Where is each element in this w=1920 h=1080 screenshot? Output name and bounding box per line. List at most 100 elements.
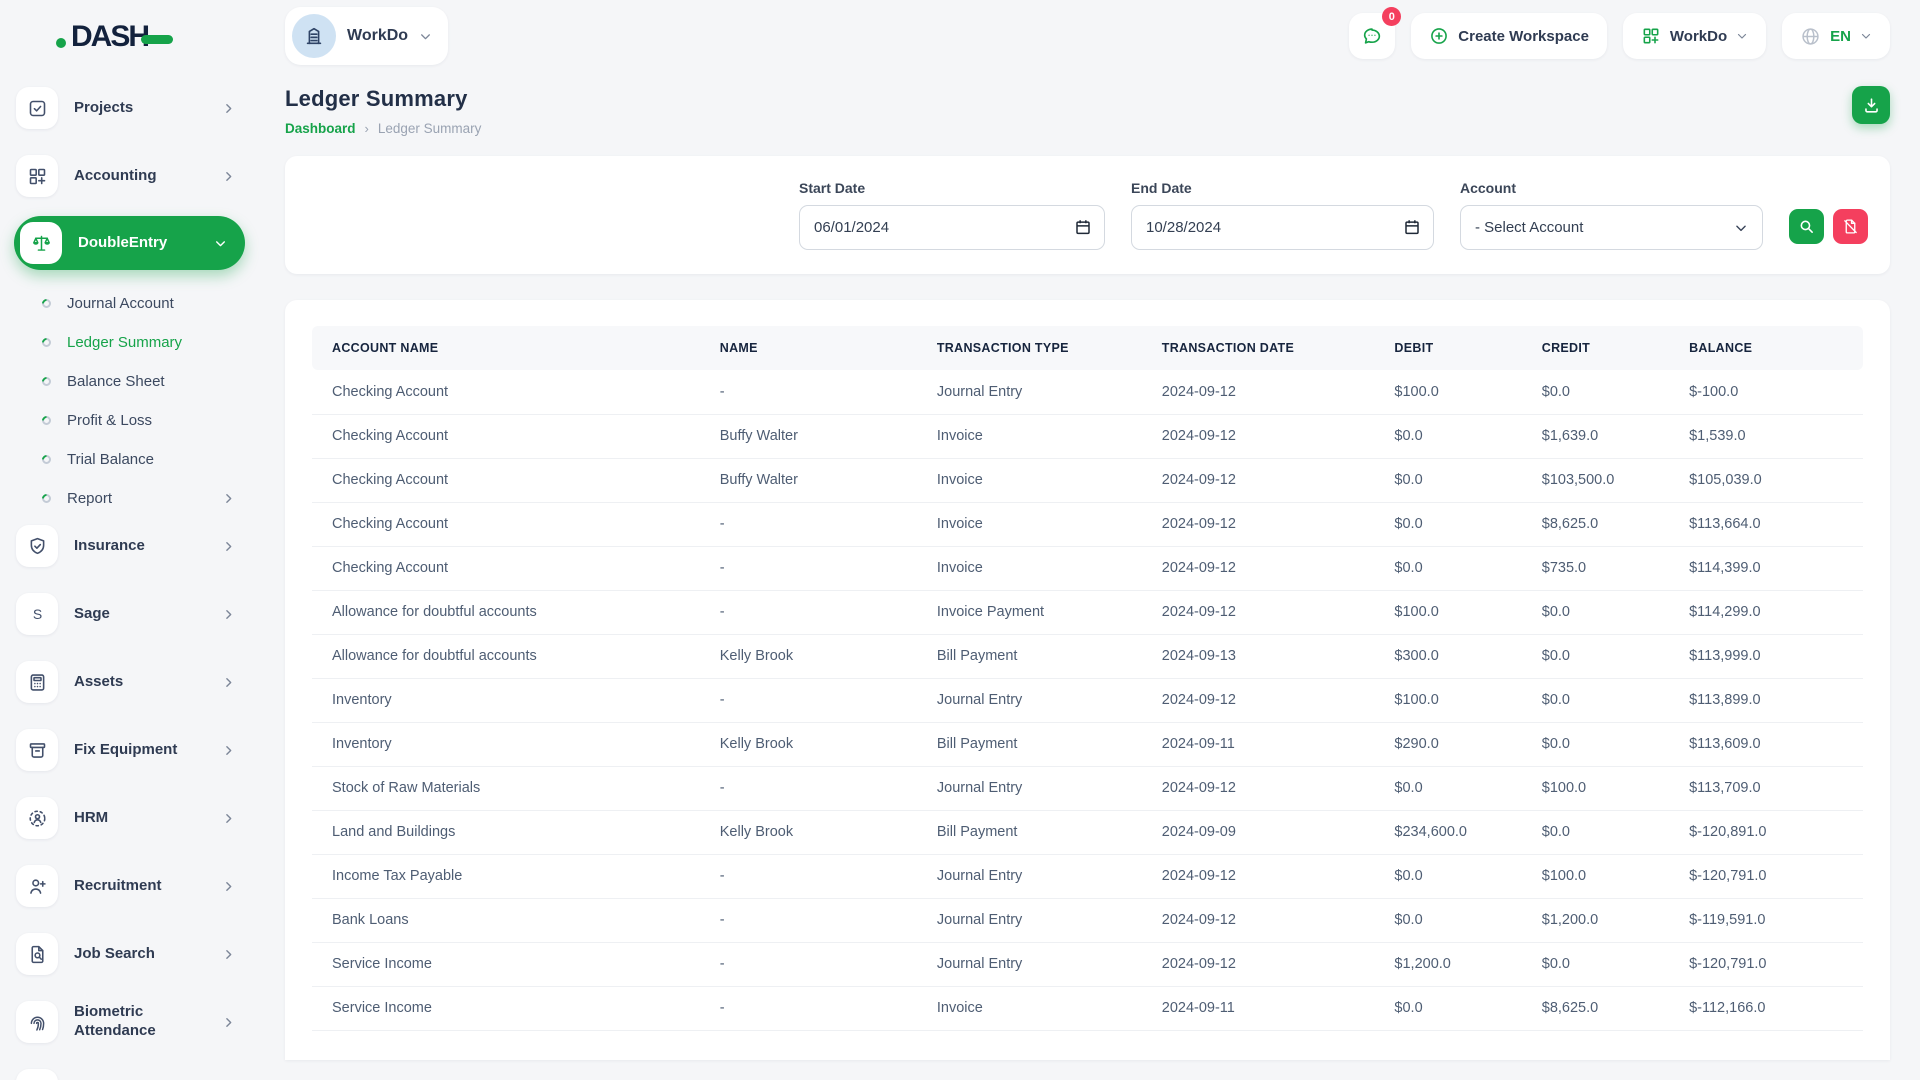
sidebar-item-recruitment[interactable]: Recruitment bbox=[14, 858, 245, 914]
cell-name: - bbox=[700, 766, 917, 810]
messages-button[interactable]: 0 bbox=[1349, 13, 1395, 59]
plus-circle-icon bbox=[1429, 26, 1449, 46]
sidebar-subitem-balance-sheet[interactable]: Balance Sheet bbox=[14, 362, 245, 401]
table-row[interactable]: Checking Account - Invoice 2024-09-12 $0… bbox=[312, 502, 1863, 546]
sage-icon: S bbox=[16, 593, 58, 635]
cell-debit: $300.0 bbox=[1374, 634, 1521, 678]
start-date-input[interactable] bbox=[799, 205, 1105, 250]
cell-transaction-type: Invoice bbox=[917, 414, 1142, 458]
cell-balance: $113,664.0 bbox=[1669, 502, 1863, 546]
table-row[interactable]: Land and Buildings Kelly Brook Bill Paym… bbox=[312, 810, 1863, 854]
end-date-label: End Date bbox=[1131, 180, 1434, 196]
app-logo[interactable]: DASH bbox=[14, 14, 245, 80]
cell-account-name: Allowance for doubtful accounts bbox=[312, 590, 700, 634]
table-row[interactable]: Service Income - Journal Entry 2024-09-1… bbox=[312, 942, 1863, 986]
chevron-right-icon bbox=[222, 948, 235, 961]
cell-name: - bbox=[700, 590, 917, 634]
language-selector[interactable]: EN bbox=[1782, 13, 1890, 59]
sidebar-item-fix-equipment[interactable]: Fix Equipment bbox=[14, 722, 245, 778]
chevron-right-icon bbox=[222, 676, 235, 689]
cell-name: Kelly Brook bbox=[700, 810, 917, 854]
workspace-selector[interactable]: WorkDo bbox=[285, 7, 448, 65]
sidebar-item-doubleentry[interactable]: DoubleEntry bbox=[14, 216, 245, 270]
bullet-icon bbox=[40, 414, 53, 427]
cell-name: - bbox=[700, 502, 917, 546]
breadcrumb-dashboard-link[interactable]: Dashboard bbox=[285, 121, 356, 136]
cell-name: - bbox=[700, 678, 917, 722]
workdo-menu-button[interactable]: WorkDo bbox=[1623, 13, 1766, 59]
cell-balance: $-120,891.0 bbox=[1669, 810, 1863, 854]
sidebar-item-job-search[interactable]: Job Search bbox=[14, 926, 245, 982]
cell-credit: $0.0 bbox=[1522, 370, 1669, 414]
cell-debit: $234,600.0 bbox=[1374, 810, 1521, 854]
sidebar-item-sage[interactable]: S Sage bbox=[14, 586, 245, 642]
cell-transaction-type: Invoice bbox=[917, 502, 1142, 546]
cell-debit: $0.0 bbox=[1374, 458, 1521, 502]
table-row[interactable]: Checking Account - Journal Entry 2024-09… bbox=[312, 370, 1863, 414]
sidebar-subitem-journal-account[interactable]: Journal Account bbox=[14, 284, 245, 323]
bullet-icon bbox=[40, 453, 53, 466]
sidebar-item-procurement[interactable]: Procurement bbox=[14, 1062, 245, 1080]
end-date-input[interactable] bbox=[1131, 205, 1434, 250]
account-label: Account bbox=[1460, 180, 1763, 196]
cell-name: - bbox=[700, 854, 917, 898]
table-row[interactable]: Checking Account - Invoice 2024-09-12 $0… bbox=[312, 546, 1863, 590]
table-row[interactable]: Allowance for doubtful accounts Kelly Br… bbox=[312, 634, 1863, 678]
cell-credit: $100.0 bbox=[1522, 854, 1669, 898]
cell-balance: $-120,791.0 bbox=[1669, 854, 1863, 898]
chevron-down-icon bbox=[419, 30, 432, 43]
account-select[interactable]: - Select Account bbox=[1460, 205, 1763, 250]
cell-debit: $290.0 bbox=[1374, 722, 1521, 766]
sidebar-item-projects[interactable]: Projects bbox=[14, 80, 245, 136]
table-row[interactable]: Service Income - Invoice 2024-09-11 $0.0… bbox=[312, 986, 1863, 1030]
cell-balance: $-119,591.0 bbox=[1669, 898, 1863, 942]
sidebar-item-biometric-attendance[interactable]: Biometric Attendance bbox=[14, 994, 245, 1050]
cell-debit: $100.0 bbox=[1374, 590, 1521, 634]
cell-name: Buffy Walter bbox=[700, 458, 917, 502]
cell-transaction-type: Journal Entry bbox=[917, 942, 1142, 986]
cell-transaction-type: Journal Entry bbox=[917, 898, 1142, 942]
download-button[interactable] bbox=[1852, 86, 1890, 124]
table-row[interactable]: Inventory - Journal Entry 2024-09-12 $10… bbox=[312, 678, 1863, 722]
table-row[interactable]: Stock of Raw Materials - Journal Entry 2… bbox=[312, 766, 1863, 810]
table-row[interactable]: Allowance for doubtful accounts - Invoic… bbox=[312, 590, 1863, 634]
create-workspace-label: Create Workspace bbox=[1458, 28, 1589, 45]
create-workspace-button[interactable]: Create Workspace bbox=[1411, 13, 1607, 59]
bullet-icon bbox=[40, 336, 53, 349]
sidebar-subitem-report[interactable]: Report bbox=[14, 479, 245, 518]
cell-name: Kelly Brook bbox=[700, 722, 917, 766]
sidebar-subitem-ledger-summary[interactable]: Ledger Summary bbox=[14, 323, 245, 362]
cell-account-name: Checking Account bbox=[312, 502, 700, 546]
messages-badge: 0 bbox=[1382, 7, 1401, 26]
cell-transaction-type: Bill Payment bbox=[917, 810, 1142, 854]
cell-debit: $0.0 bbox=[1374, 502, 1521, 546]
cell-balance: $105,039.0 bbox=[1669, 458, 1863, 502]
sidebar-subitem-trial-balance[interactable]: Trial Balance bbox=[14, 440, 245, 479]
cell-account-name: Checking Account bbox=[312, 370, 700, 414]
calculator-icon bbox=[16, 661, 58, 703]
start-date-label: Start Date bbox=[799, 180, 1105, 196]
reset-filter-button[interactable] bbox=[1833, 209, 1868, 244]
workdo-menu-label: WorkDo bbox=[1670, 28, 1727, 45]
table-row[interactable]: Income Tax Payable - Journal Entry 2024-… bbox=[312, 854, 1863, 898]
sidebar-item-hrm[interactable]: HRM bbox=[14, 790, 245, 846]
chevron-right-icon bbox=[222, 608, 235, 621]
sidebar-item-insurance[interactable]: Insurance bbox=[14, 518, 245, 574]
cell-credit: $735.0 bbox=[1522, 546, 1669, 590]
table-row[interactable]: Inventory Kelly Brook Bill Payment 2024-… bbox=[312, 722, 1863, 766]
table-row[interactable]: Bank Loans - Journal Entry 2024-09-12 $0… bbox=[312, 898, 1863, 942]
cell-balance: $113,999.0 bbox=[1669, 634, 1863, 678]
sidebar-item-assets[interactable]: Assets bbox=[14, 654, 245, 710]
table-row[interactable]: Checking Account Buffy Walter Invoice 20… bbox=[312, 458, 1863, 502]
grid-plus-icon bbox=[16, 155, 58, 197]
cell-account-name: Stock of Raw Materials bbox=[312, 766, 700, 810]
table-row[interactable]: Checking Account Buffy Walter Invoice 20… bbox=[312, 414, 1863, 458]
cell-account-name: Checking Account bbox=[312, 414, 700, 458]
person-plus-icon bbox=[16, 865, 58, 907]
sidebar-subitem-profit-loss[interactable]: Profit & Loss bbox=[14, 401, 245, 440]
search-button[interactable] bbox=[1789, 209, 1824, 244]
cell-balance: $114,299.0 bbox=[1669, 590, 1863, 634]
cell-account-name: Inventory bbox=[312, 722, 700, 766]
sidebar-item-accounting[interactable]: Accounting bbox=[14, 148, 245, 204]
column-header-transaction-date: TRANSACTION DATE bbox=[1142, 326, 1375, 370]
